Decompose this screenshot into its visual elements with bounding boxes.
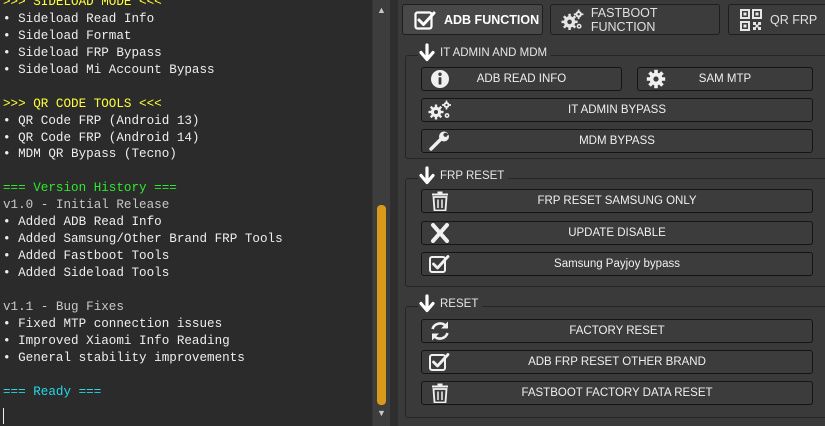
trash-icon (432, 383, 448, 403)
frp-reset-samsung-button[interactable]: FRP RESET SAMSUNG ONLY (421, 189, 813, 213)
adb-read-info-button[interactable]: ADB READ INFO (421, 67, 622, 91)
console-line: • Added ADB Read Info (3, 215, 162, 230)
info-icon (431, 70, 449, 88)
console-line: • General stability improvements (3, 350, 245, 365)
console-line: • Sideload Format (3, 28, 132, 43)
console-log-text: >>> SIDELOAD MODE <<< • Sideload Read Inf… (3, 0, 369, 401)
console-line: • Added Samsung/Other Brand FRP Tools (3, 232, 283, 247)
button-label: ADB FRP RESET OTHER BRAND (528, 356, 706, 368)
refresh-icon (431, 321, 449, 341)
section-reset: RESET FACTORY RESET ADB FRP RESET OTHER … (405, 294, 825, 418)
qr-code-icon (740, 8, 762, 31)
section-header: RESET (418, 294, 483, 313)
button-label: FACTORY RESET (569, 325, 665, 337)
scrollbar-thumb[interactable] (377, 205, 386, 405)
section-header: FRP RESET (418, 166, 509, 185)
button-label: FRP RESET SAMSUNG ONLY (537, 195, 697, 207)
console-line: • Added Fastboot Tools (3, 249, 170, 264)
console-line: === Version History === (3, 181, 177, 196)
function-tabs: ADB FUNCTION FASTBOOT FUNCTION QR FRP (398, 0, 825, 40)
text-caret (3, 408, 4, 424)
tab-adb-function[interactable]: ADB FUNCTION (402, 4, 543, 35)
button-label: UPDATE DISABLE (568, 227, 666, 239)
console-line: • Sideload Mi Account Bypass (3, 62, 215, 77)
section-title: RESET (440, 298, 479, 310)
tab-label: QR FRP (770, 12, 818, 27)
scroll-up-arrow-icon[interactable]: ▲ (373, 2, 390, 19)
section-it-admin-mdm: IT ADMIN AND MDM ADB READ INFO SAM MTP I… (405, 43, 825, 159)
section-title: IT ADMIN AND MDM (440, 47, 548, 59)
trash-icon (432, 191, 448, 211)
console-line: === Ready === (3, 384, 102, 399)
button-label: MDM BYPASS (579, 135, 655, 147)
gear-icon (646, 69, 666, 89)
panel-splitter[interactable] (390, 0, 398, 426)
console-line: • Sideload Read Info (3, 11, 155, 26)
scroll-down-arrow-icon[interactable]: ▼ (373, 405, 390, 422)
console-line: • Fixed MTP connection issues (3, 316, 223, 331)
button-label: Samsung Payjoy bypass (554, 258, 680, 270)
console-line: v1.0 - Initial Release (3, 198, 170, 213)
section-frp-reset: FRP RESET FRP RESET SAMSUNG ONLY UPDATE … (405, 166, 825, 287)
console-line: >>> QR CODE TOOLS <<< (3, 96, 162, 111)
wrench-icon (429, 131, 451, 151)
console-line: • Added Sideload Tools (3, 266, 170, 280)
console-line: • MDM QR Bypass (Tecno) (3, 147, 177, 162)
button-label: ADB READ INFO (476, 73, 567, 85)
section-header: IT ADMIN AND MDM (418, 43, 552, 62)
console-line: >>> SIDELOAD MODE <<< (3, 0, 162, 9)
console-line: • Sideload FRP Bypass (3, 45, 162, 60)
arrow-down-icon (419, 166, 435, 185)
section-title: FRP RESET (440, 170, 505, 182)
gears-icon (561, 9, 584, 30)
sam-mtp-button[interactable]: SAM MTP (637, 67, 813, 91)
console-line: v1.1 - Bug Fixes (3, 299, 124, 314)
button-label: FASTBOOT FACTORY DATA RESET (521, 387, 713, 399)
checkbox-icon (429, 255, 450, 273)
samsung-payjoy-bypass-button[interactable]: Samsung Payjoy bypass (421, 252, 813, 276)
tab-qr-frp[interactable]: QR FRP (728, 4, 825, 35)
button-label: SAM MTP (698, 73, 752, 85)
tab-label: ADB FUNCTION (444, 12, 540, 27)
console-log-panel[interactable]: >>> SIDELOAD MODE <<< • Sideload Read Inf… (0, 0, 372, 426)
checkbox-icon (429, 353, 450, 371)
console-line: • QR Code FRP (Android 13) (3, 113, 200, 128)
fastboot-factory-data-reset-button[interactable]: FASTBOOT FACTORY DATA RESET (421, 381, 813, 405)
tab-fastboot-function[interactable]: FASTBOOT FUNCTION (550, 4, 720, 35)
function-panel: ADB FUNCTION FASTBOOT FUNCTION QR FRP IT… (398, 0, 825, 426)
adb-frp-reset-other-brand-button[interactable]: ADB FRP RESET OTHER BRAND (421, 350, 813, 374)
arrow-down-icon (419, 43, 435, 62)
close-x-icon (431, 223, 449, 243)
it-admin-bypass-button[interactable]: IT ADMIN BYPASS (421, 98, 813, 122)
checkbox-icon (414, 10, 436, 30)
factory-reset-button[interactable]: FACTORY RESET (421, 319, 813, 343)
console-scrollbar[interactable]: ▲ ▼ (372, 0, 390, 426)
update-disable-button[interactable]: UPDATE DISABLE (421, 221, 813, 245)
console-line: • Improved Xiaomi Info Reading (3, 333, 230, 348)
tab-label: FASTBOOT FUNCTION (590, 5, 658, 34)
arrow-down-icon (419, 294, 435, 313)
button-label: IT ADMIN BYPASS (568, 104, 666, 116)
mdm-bypass-button[interactable]: MDM BYPASS (421, 129, 813, 153)
gears-icon (428, 100, 451, 120)
console-line: • QR Code FRP (Android 14) (3, 130, 200, 145)
